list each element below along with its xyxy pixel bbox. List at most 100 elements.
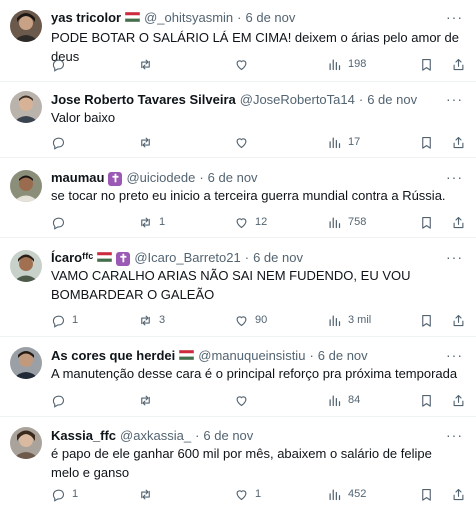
tweet[interactable]: Jose Roberto Tavares Silveira @JoseRober… [0,82,476,158]
share-button[interactable] [451,485,466,503]
more-icon[interactable]: ··· [446,10,462,26]
tweet-text: Valor baixo [51,110,116,125]
like-button[interactable] [234,391,255,409]
reply-icon [52,315,65,328]
like-button[interactable] [234,55,255,73]
share-button[interactable] [451,55,466,73]
avatar[interactable] [10,427,42,459]
more-icon[interactable]: ··· [446,428,462,444]
reply-button[interactable] [51,55,72,73]
latin-cross-icon: ✝ [108,169,123,187]
views-count: 758 [348,216,367,228]
like-count: 1 [255,488,262,500]
tweet-date[interactable]: 6 de nov [367,91,417,109]
reply-button[interactable] [51,391,72,409]
avatar[interactable] [10,10,42,42]
author-name[interactable]: As cores que herdei [51,347,175,365]
tweet-text: A manutenção desse cara é o principal re… [51,366,458,381]
reply-button[interactable] [51,133,72,151]
views-icon [329,137,341,148]
author-handle[interactable]: @manuqueinsistiu [198,347,305,365]
reply-count: 1 [72,488,79,500]
author-handle[interactable]: @uiciodede [126,169,195,187]
author-handle[interactable]: @axkassia_ [120,427,191,445]
author-handle[interactable]: @_ohitsyasmin [144,9,233,27]
tweet[interactable]: maumau ✝ @uiciodede · 6 de nov ··· se to… [0,158,476,238]
reply-icon [52,489,65,502]
author-handle[interactable]: @JoseRobertoTa14 [240,91,355,109]
views-button[interactable]: 198 [327,55,366,73]
more-icon[interactable]: ··· [446,348,462,364]
share-icon [453,136,464,148]
views-icon [329,489,341,500]
retweet-button[interactable]: 1 [138,213,165,231]
retweet-button[interactable] [138,133,159,151]
bookmark-button[interactable] [419,55,434,73]
reply-icon [52,217,65,230]
like-button[interactable] [234,133,255,151]
tweet-actions: 1 1 452 [51,485,471,503]
share-button[interactable] [451,311,466,329]
author-handle[interactable]: @Icaro_Barreto21 [134,249,240,267]
bookmark-button[interactable] [419,485,434,503]
retweet-button[interactable]: 3 [138,311,165,329]
tweet[interactable]: Kassia_ffc @axkassia_ · 6 de nov ··· é p… [0,417,476,520]
author-name[interactable]: yas tricolor [51,9,121,27]
retweet-count: 1 [159,216,166,228]
avatar[interactable] [10,91,42,123]
tweet[interactable]: As cores que herdei @manuqueinsistiu · 6… [0,337,476,417]
tweet-text: é papo de ele ganhar 600 mil por mês, ab… [51,446,432,480]
like-button[interactable]: 90 [234,311,267,329]
avatar[interactable] [10,170,42,202]
like-icon [236,217,247,228]
share-button[interactable] [451,213,466,231]
like-button[interactable]: 12 [234,213,267,231]
more-icon[interactable]: ··· [446,250,462,266]
tweet[interactable]: yas tricolor @_ohitsyasmin · 6 de nov ··… [0,0,476,82]
retweet-icon [141,489,150,499]
bookmark-button[interactable] [419,311,434,329]
bookmark-button[interactable] [419,133,434,151]
retweet-button[interactable] [138,391,159,409]
retweet-button[interactable] [138,485,159,503]
retweet-icon [141,315,150,325]
reply-button[interactable]: 1 [51,311,78,329]
avatar[interactable] [10,347,42,379]
tweet-date[interactable]: 6 de nov [318,347,368,365]
reply-button[interactable]: 1 [51,485,78,503]
author-name[interactable]: Jose Roberto Tavares Silveira [51,91,236,109]
share-button[interactable] [451,133,466,151]
avatar[interactable] [10,250,42,282]
views-button[interactable]: 3 mil [327,311,371,329]
bookmark-button[interactable] [419,213,434,231]
views-icon [329,217,341,228]
views-button[interactable]: 84 [327,391,360,409]
views-count: 198 [348,58,367,70]
views-button[interactable]: 758 [327,213,366,231]
tweet[interactable]: Ícaroᶠᶠᶜ ✝ @Icaro_Barreto21 · 6 de nov ·… [0,238,476,337]
bookmark-icon [422,394,431,407]
tweet-date[interactable]: 6 de nov [246,9,296,27]
more-icon[interactable]: ··· [446,170,462,186]
tweet-actions: 1 12 758 [51,213,471,231]
hungary-flag-icon [179,347,195,365]
bookmark-button[interactable] [419,391,434,409]
views-button[interactable]: 452 [327,485,366,503]
separator-dot: · [309,348,314,363]
like-button[interactable]: 1 [234,485,261,503]
reply-count: 1 [72,314,79,326]
like-icon [236,315,247,326]
more-icon[interactable]: ··· [446,92,462,108]
tweet-date[interactable]: 6 de nov [203,427,253,445]
tweet-date[interactable]: 6 de nov [253,249,303,267]
tweet-date[interactable]: 6 de nov [208,169,258,187]
reply-button[interactable] [51,213,72,231]
retweet-button[interactable] [138,55,159,73]
retweet-icon [141,395,150,405]
share-button[interactable] [451,391,466,409]
author-name[interactable]: maumau [51,169,104,187]
author-name[interactable]: Ícaroᶠᶠᶜ [51,249,93,267]
author-name[interactable]: Kassia_ffc [51,427,116,445]
separator-dot: · [358,92,364,107]
views-button[interactable]: 17 [327,133,360,151]
